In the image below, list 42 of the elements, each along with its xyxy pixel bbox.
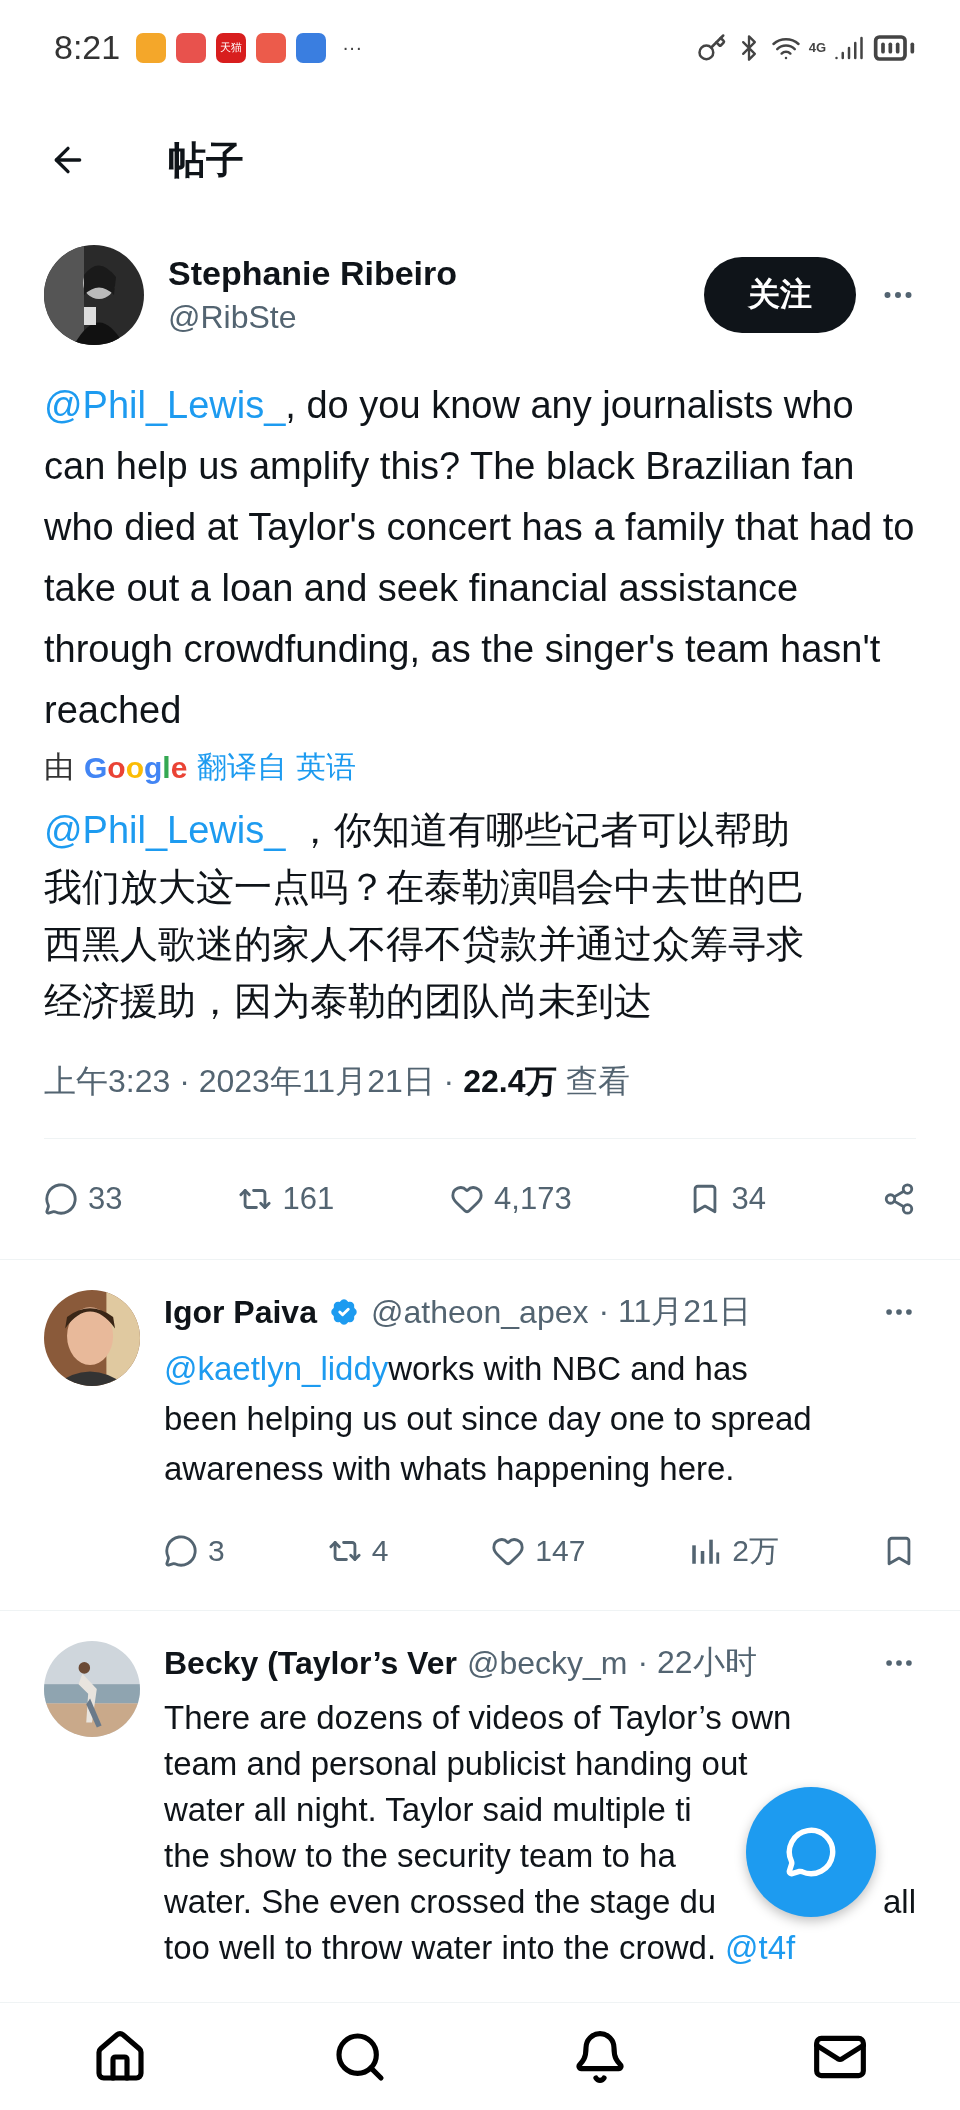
reply-text-line: been helping us out since day one to spread	[164, 1399, 812, 1439]
page-title: 帖子	[168, 137, 244, 183]
author-name: Stephanie Ribeiro	[168, 254, 459, 293]
reply-time: · 22小时	[637, 1643, 757, 1682]
reply-text-line: awareness with whats happening here.	[164, 1449, 735, 1489]
repost-button[interactable]: 4	[327, 1534, 389, 1568]
app-notification-icon: 天猫	[216, 32, 247, 63]
reply-text-line: too well to throw water into the crowd.	[164, 1928, 717, 1968]
reply-text-line: There are dozens of videos of Taylor’s own	[164, 1698, 792, 1738]
views-button[interactable]: 2万	[688, 1530, 780, 1572]
reply-time: · 11月21日	[598, 1292, 751, 1331]
reply-text-line: water all night. Taylor said multiple ti	[164, 1790, 692, 1830]
more-notifications: ···	[342, 36, 363, 59]
key-icon	[696, 32, 727, 63]
translation-prefix: 由	[44, 749, 74, 785]
compose-reply-button[interactable]	[746, 1787, 876, 1917]
reply-text-line: the show to the security team to ha	[164, 1836, 676, 1876]
reply-text-line: works with NBC and has	[388, 1349, 748, 1389]
post-text: @Phil_Lewis_, do you know any journalists who can help us amplify this? The black Brazilian fan who died at Taylor's concert has a family that had to take out a loan and seek financial assistance through crowdfunding, as the singer's team hasn't reached	[44, 383, 916, 733]
network-type: 4G	[808, 40, 826, 55]
repost-button[interactable]: 161	[238, 1181, 335, 1217]
reply-handle: @becky_m	[466, 1644, 628, 1682]
follow-button[interactable]: 关注	[704, 257, 856, 333]
translated-text: @Phil_Lewis_ ，你知道有哪些记者可以帮助我们放大这一点吗？在泰勒演唱会中去世的巴西黑人歌迷的家人不得不贷款并通过众筹寻求经济援助，因为泰勒的团队尚未到达	[44, 808, 805, 1024]
reply-author-name: Igor Paiva	[164, 1293, 317, 1331]
reply-text-line: water. She even crossed the stage du	[164, 1882, 717, 1922]
post-meta: 上午3:23 · 2023年11月21日 · 22.4万 查看	[44, 1062, 632, 1101]
reply-icon	[44, 1182, 78, 1216]
clock: 8:21	[54, 28, 121, 67]
reply-icon	[164, 1534, 198, 1568]
reply-text-fragment: all	[882, 1882, 916, 1922]
reply-handle: @atheon_apex	[370, 1293, 589, 1331]
bookmark-button[interactable]: 34	[687, 1181, 767, 1217]
author-handle: @RibSte	[168, 299, 298, 336]
like-button[interactable]: 147	[491, 1534, 586, 1568]
speech-bubble-icon	[785, 1826, 837, 1878]
reply-button[interactable]: 33	[44, 1181, 123, 1217]
google-logo: Google	[84, 750, 188, 785]
like-button[interactable]: 4,173	[450, 1181, 572, 1217]
reply-author-name: Becky (Taylor’s Ver	[164, 1644, 457, 1682]
reply-text-line: team and personal publicist handing out	[164, 1744, 748, 1784]
reply-button[interactable]: 3	[164, 1534, 225, 1568]
